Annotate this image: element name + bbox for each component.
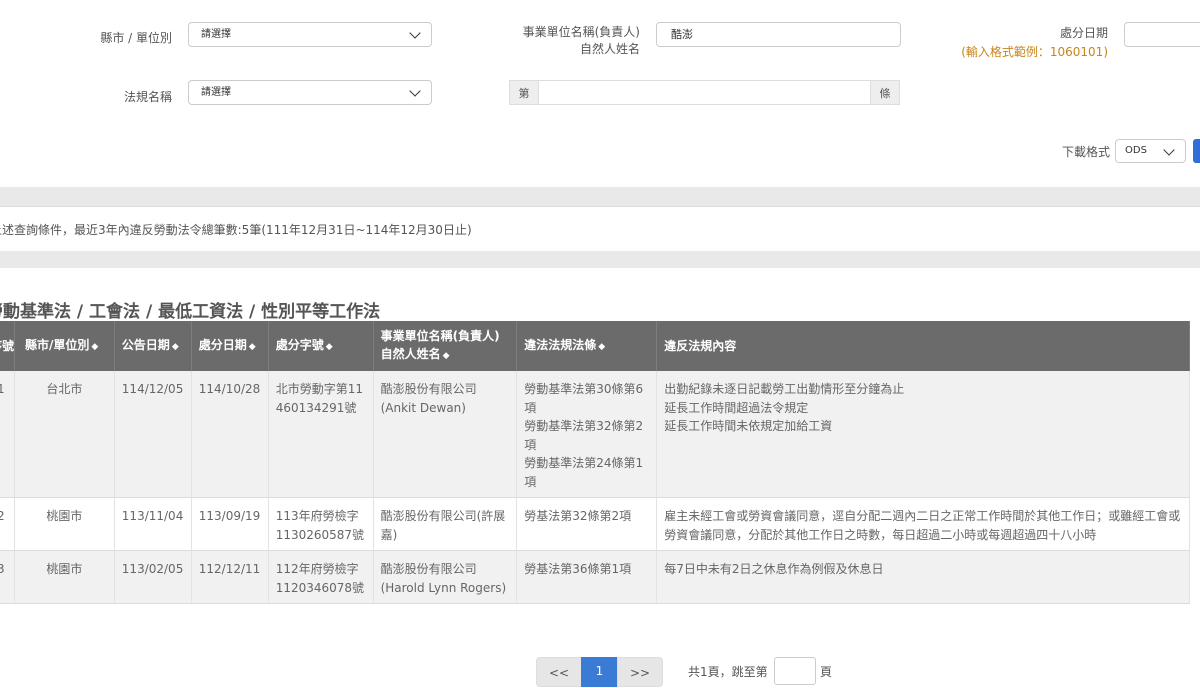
law-select-value: 請選擇 xyxy=(201,87,231,98)
employer-label: 事業單位名稱(負責人) 自然人姓名 xyxy=(480,24,640,58)
col-header-no[interactable]: 序號 xyxy=(0,321,16,371)
download-format-select[interactable]: ODS xyxy=(1115,139,1186,163)
divider-band xyxy=(0,251,1200,268)
cell-doc-no: 112年府勞檢字1120346078號 xyxy=(268,550,374,604)
sort-icon: ◆ xyxy=(171,342,179,352)
cell-law: 勞基法第36條第1項 xyxy=(516,550,658,604)
col-header-law[interactable]: 違法法規法條 ◆ xyxy=(516,321,658,371)
cell-law: 勞基法第32條第2項 xyxy=(516,497,658,551)
cell-employer: 酷澎股份有限公司(許展嘉) xyxy=(373,497,518,551)
cell-penalty-date: 113/09/19 xyxy=(191,497,269,551)
section-title: 勞動基準法 / 工會法 / 最低工資法 / 性別平等工作法 xyxy=(0,302,381,322)
sort-icon: ◆ xyxy=(248,342,256,352)
chevron-down-icon xyxy=(409,85,421,97)
cell-county: 台北市 xyxy=(14,371,115,498)
sort-icon: ◆ xyxy=(442,351,450,361)
article-prefix: 第 xyxy=(509,80,539,105)
table-header-row: 序號 縣市/單位別◆ 公告日期◆ 處分日期◆ 處分字號◆ 事業單位名稱(負責人)… xyxy=(0,321,1190,371)
table-row: 3 桃園市 113/02/05 112/12/11 112年府勞檢字112034… xyxy=(0,550,1190,604)
content-item: 每7日中未有2日之休息作為例假及休息日 xyxy=(664,562,884,576)
cell-no: 2 xyxy=(0,497,16,551)
cell-doc-no: 113年府勞檢字1130260587號 xyxy=(268,497,374,551)
pagination-page-suffix: 頁 xyxy=(820,665,833,679)
pagination-page-1[interactable]: 1 xyxy=(581,657,618,687)
cell-employer: 酷澎股份有限公司(Ankit Dewan) xyxy=(373,371,518,498)
employer-input[interactable]: 酷澎 xyxy=(656,22,901,47)
law-item: 勞動基準法第32條第2項 xyxy=(524,419,644,452)
sort-icon: ◆ xyxy=(325,342,333,352)
county-label: 縣市 / 單位別 xyxy=(100,31,172,45)
pagination-jump-input[interactable] xyxy=(774,657,816,685)
chevron-down-icon xyxy=(409,27,421,39)
results-table: 序號 縣市/單位別◆ 公告日期◆ 處分日期◆ 處分字號◆ 事業單位名稱(負責人)… xyxy=(0,321,1190,604)
cell-announce-date: 113/02/05 xyxy=(114,550,192,604)
employer-label-line2: 自然人姓名 xyxy=(579,42,640,56)
download-format-value: ODS xyxy=(1125,145,1147,156)
col-header-employer[interactable]: 事業單位名稱(負責人) 自然人姓名 ◆ xyxy=(373,321,518,371)
cell-employer: 酷澎股份有限公司(Harold Lynn Rogers) xyxy=(373,550,518,604)
law-label: 法規名稱 xyxy=(123,90,172,104)
law-select[interactable]: 請選擇 xyxy=(188,80,432,105)
download-label: 下載格式 xyxy=(1061,145,1110,159)
cell-no: 1 xyxy=(0,371,16,498)
cell-law: 勞動基準法第30條第6項 勞動基準法第32條第2項 勞動基準法第24條第1項 xyxy=(516,371,658,498)
cell-penalty-date: 112/12/11 xyxy=(191,550,269,604)
divider-band xyxy=(0,187,1200,206)
pagination-prev-button[interactable]: << xyxy=(536,657,582,687)
content-item: 延長工作時間超過法令規定 xyxy=(664,400,809,415)
county-select[interactable]: 請選擇 xyxy=(188,22,432,47)
content-item: 雇主未經工會或勞資會議同意，逕自分配二週內二日之正常工作時間於其他工作日；或雖經… xyxy=(664,509,1181,542)
cell-county: 桃園市 xyxy=(14,550,115,604)
sort-icon: ◆ xyxy=(91,342,99,352)
sort-icon: ◆ xyxy=(598,342,606,352)
cell-penalty-date: 114/10/28 xyxy=(191,371,269,498)
cell-content: 出勤紀錄未逐日記載勞工出勤情形至分鐘為止 延長工作時間超過法令規定 延長工作時間… xyxy=(656,371,1190,498)
article-input[interactable] xyxy=(539,80,870,105)
pagination-total-text: 共1頁，跳至第 xyxy=(688,665,768,679)
content-item: 延長工作時間未依規定加給工資 xyxy=(664,419,833,433)
summary-panel: 上述查詢條件，最近3年內違反勞動法令總筆數:5筆(111年12月31日~114年… xyxy=(0,206,1200,252)
cell-content: 每7日中未有2日之休息作為例假及休息日 xyxy=(656,550,1190,604)
cell-announce-date: 114/12/05 xyxy=(114,371,192,498)
download-button[interactable] xyxy=(1193,139,1200,163)
penalty-date-input[interactable] xyxy=(1124,22,1200,47)
content-item: 出勤紀錄未逐日記載勞工出勤情形至分鐘為止 xyxy=(664,382,905,396)
table-row: 2 桃園市 113/11/04 113/09/19 113年府勞檢字113026… xyxy=(0,497,1190,551)
col-header-county[interactable]: 縣市/單位別 ◆ xyxy=(14,321,115,371)
cell-county: 桃園市 xyxy=(14,497,115,551)
chevron-down-icon xyxy=(1163,144,1175,156)
county-select-value: 請選擇 xyxy=(201,29,231,40)
pagination-next-button[interactable]: >> xyxy=(617,657,663,687)
employer-label-line1: 事業單位名稱(負責人) xyxy=(522,25,640,39)
summary-text: 上述查詢條件，最近3年內違反勞動法令總筆數:5筆(111年12月31日~114年… xyxy=(0,223,472,237)
law-item: 勞基法第32條第2項 xyxy=(524,509,632,523)
cell-no: 3 xyxy=(0,550,16,604)
col-header-content: 違反法規內容 xyxy=(656,321,1190,371)
table-row: 1 台北市 114/12/05 114/10/28 北市勞動字第11460134… xyxy=(0,371,1190,498)
law-item: 勞動基準法第30條第6項 xyxy=(524,382,644,415)
col-header-doc-no[interactable]: 處分字號 ◆ xyxy=(268,321,374,371)
article-suffix: 條 xyxy=(870,80,900,105)
law-item: 勞動基準法第24條第1項 xyxy=(524,456,644,489)
penalty-date-label: 處分日期 xyxy=(1059,26,1108,40)
col-header-announce-date[interactable]: 公告日期 ◆ xyxy=(114,321,192,371)
law-item: 勞基法第36條第1項 xyxy=(524,562,632,576)
cell-content: 雇主未經工會或勞資會議同意，逕自分配二週內二日之正常工作時間於其他工作日；或雖經… xyxy=(656,497,1190,551)
penalty-date-hint: (輸入格式範例：1060101) xyxy=(961,45,1108,59)
cell-announce-date: 113/11/04 xyxy=(114,497,192,551)
cell-doc-no: 北市勞動字第11460134291號 xyxy=(268,371,374,498)
col-header-penalty-date[interactable]: 處分日期 ◆ xyxy=(191,321,269,371)
